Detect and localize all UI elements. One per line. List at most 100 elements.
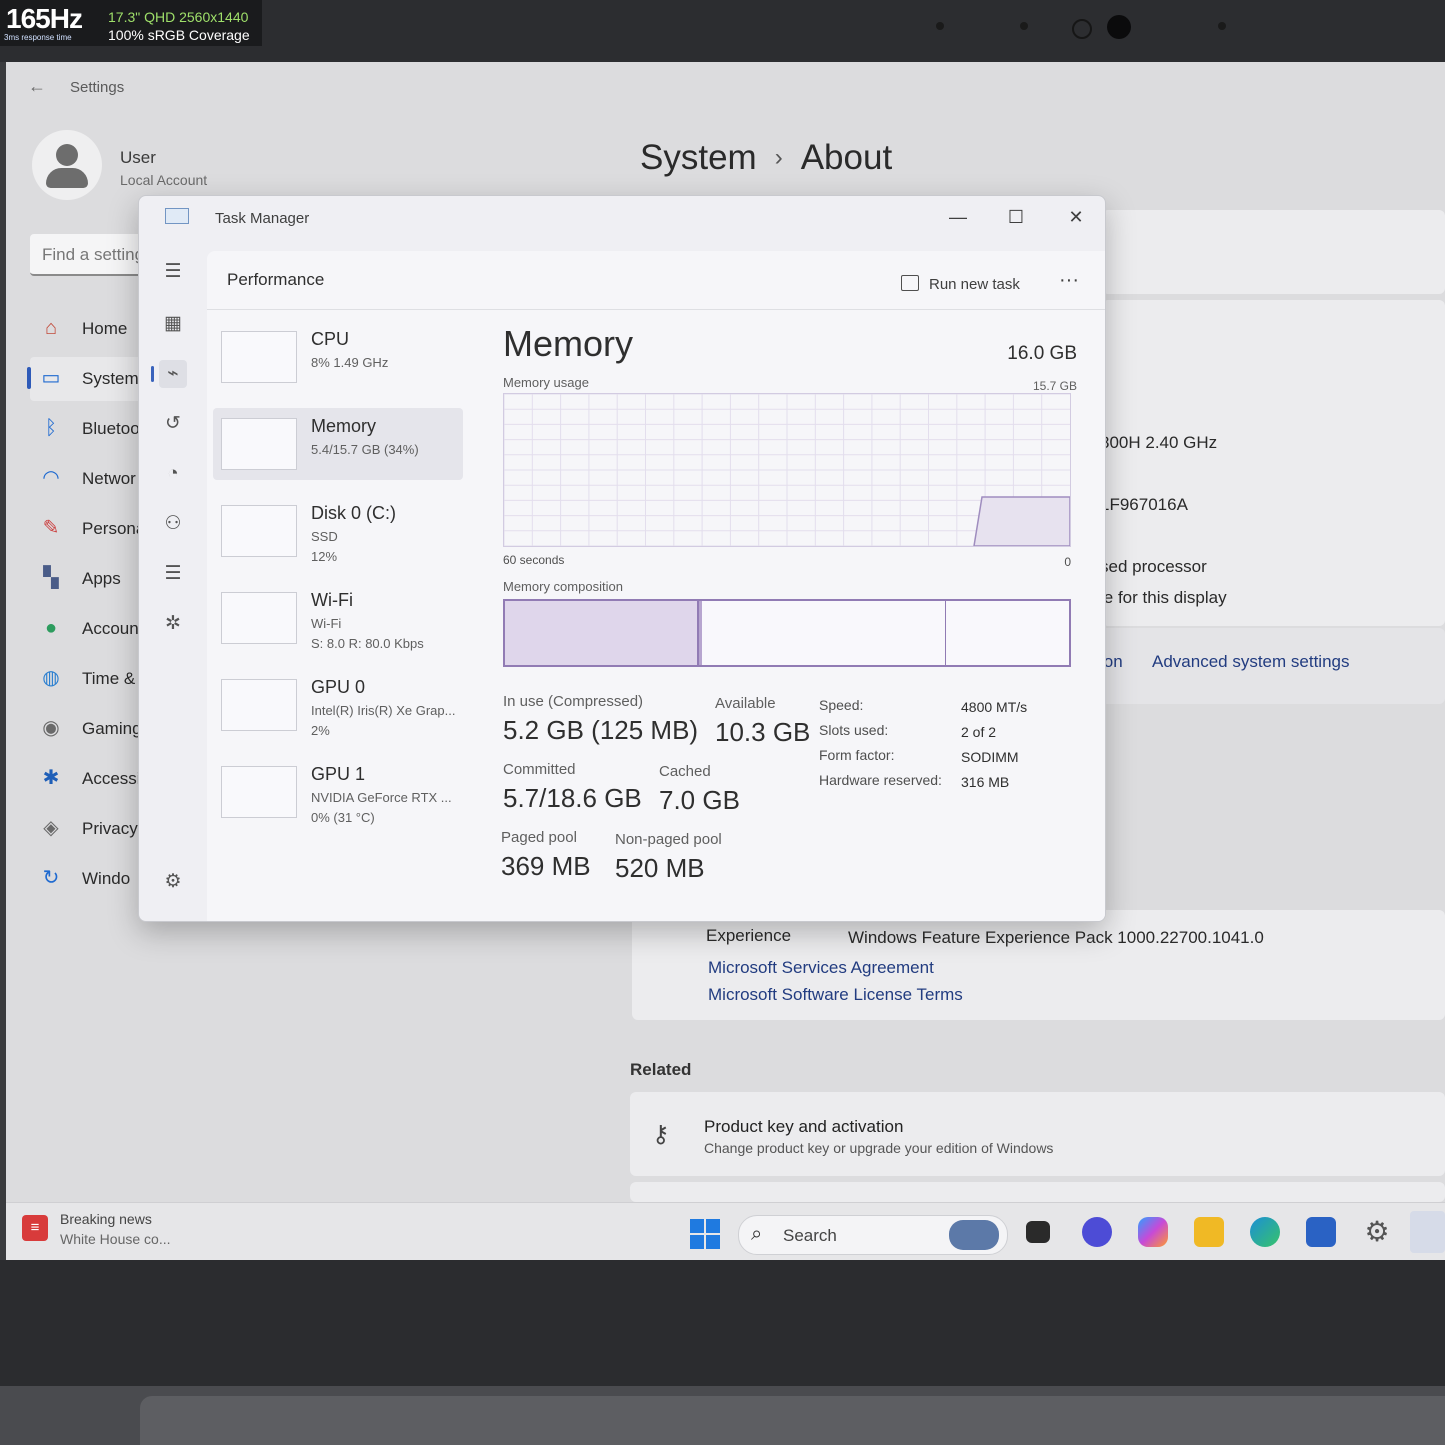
chat-icon[interactable]: [1082, 1217, 1112, 1247]
resource-item-wi-fi[interactable]: Wi-Fi Wi-Fi S: 8.0 R: 80.0 Kbps: [213, 582, 463, 654]
laptop-bezel-top: 165Hz 3ms response time 17.3" QHD 2560x1…: [0, 0, 1445, 62]
close-button[interactable]: ✕: [1053, 202, 1099, 232]
services-agreement-link[interactable]: Microsoft Services Agreement: [708, 958, 934, 978]
breadcrumb-parent[interactable]: System: [640, 138, 757, 177]
color-coverage-spec: 100% sRGB Coverage: [108, 27, 250, 43]
memory-composition-label: Memory composition: [503, 579, 623, 594]
maximize-button[interactable]: ☐: [993, 202, 1039, 232]
in-use-label: In use (Compressed): [503, 693, 644, 710]
pen-touch-value: le for this display: [1100, 588, 1227, 607]
sensor-dot: [936, 22, 944, 30]
start-button[interactable]: [690, 1219, 720, 1249]
sidebar-item-label: Bluetoo: [82, 419, 140, 438]
form-factor-value: SODIMM: [961, 749, 1019, 765]
run-new-task-label: Run new task: [929, 276, 1020, 293]
processes-icon[interactable]: ▦: [159, 310, 187, 338]
laptop-bezel-bottom: [0, 1260, 1445, 1445]
resource-name: Memory: [311, 416, 377, 436]
resource-item-gpu-0[interactable]: GPU 0 Intel(R) Iris(R) Xe Grap... 2%: [213, 669, 463, 741]
processor-value: 800H 2.40 GHz: [1100, 433, 1218, 452]
edge-icon[interactable]: [1250, 1217, 1280, 1247]
resource-detail-secondary: 2%: [311, 723, 330, 738]
resource-thumbnail-graph: [221, 766, 297, 818]
display-spec-sticker: 165Hz 3ms response time 17.3" QHD 2560x1…: [0, 0, 262, 46]
minimize-button[interactable]: —: [935, 202, 981, 232]
laptop-deck: [140, 1396, 1445, 1445]
memory-usage-max: 15.7 GB: [1032, 379, 1077, 393]
settings-gear-icon[interactable]: ⚙: [159, 868, 187, 896]
apps-icon: ▚: [43, 567, 59, 589]
run-new-task-button[interactable]: Run new task: [901, 275, 1020, 293]
search-highlight-image: [949, 1220, 999, 1250]
graph-time-label: 60 seconds: [503, 553, 565, 567]
shield-icon: ◈: [43, 817, 59, 839]
paged-pool-value: 369 MB: [501, 851, 591, 881]
hamburger-menu-icon[interactable]: ☰: [159, 258, 187, 286]
resource-name: Wi-Fi: [311, 590, 353, 610]
services-icon[interactable]: ✲: [159, 610, 187, 638]
resource-name: Disk 0 (C:): [311, 503, 396, 523]
monitor-icon: ▭: [41, 367, 61, 389]
news-icon[interactable]: ≡: [22, 1215, 48, 1241]
avatar[interactable]: [32, 130, 102, 200]
resource-item-disk-0-c[interactable]: Disk 0 (C:) SSD 12%: [213, 495, 463, 567]
sidebar-item-label: Persona: [82, 519, 146, 538]
task-manager-app-icon: [165, 208, 189, 224]
accessibility-icon: ✱: [42, 767, 60, 789]
update-icon: ↻: [42, 867, 60, 889]
gamepad-icon: ◉: [42, 717, 60, 739]
resource-detail-secondary: S: 8.0 R: 80.0 Kbps: [311, 636, 424, 651]
startup-apps-icon[interactable]: ◔: [159, 460, 187, 488]
hardware-reserved-label: Hardware reserved:: [819, 772, 942, 788]
slots-used-label: Slots used:: [819, 722, 889, 738]
committed-label: Committed: [503, 761, 576, 778]
composition-standby-divider: [944, 601, 946, 665]
news-widget-headline[interactable]: White House co...: [60, 1231, 171, 1247]
product-id-value: 1F967016A: [1100, 495, 1188, 514]
user-account-type: Local Account: [120, 172, 208, 188]
details-icon[interactable]: ☰: [159, 560, 187, 588]
response-time: 3ms response time: [4, 33, 72, 42]
resource-detail: Wi-Fi: [311, 616, 342, 631]
sidebar-item-label: Time &: [82, 669, 136, 688]
copilot-icon[interactable]: [1138, 1217, 1168, 1247]
cached-label: Cached: [659, 763, 711, 780]
composition-modified: [698, 601, 702, 665]
taskbar-search[interactable]: ⌕ Search: [738, 1215, 1008, 1255]
users-icon[interactable]: ⚇: [159, 510, 187, 538]
sidebar-item-label: Gaming: [82, 719, 142, 738]
cached-value: 7.0 GB: [659, 785, 740, 815]
resource-thumbnail-graph: [221, 331, 297, 383]
back-arrow-icon[interactable]: ←: [28, 76, 46, 97]
sidebar-item-label: Windo: [82, 869, 131, 888]
resource-item-gpu-1[interactable]: GPU 1 NVIDIA GeForce RTX ... 0% (31 °C): [213, 756, 463, 828]
more-options-button[interactable]: ···: [1059, 269, 1079, 292]
resource-item-memory[interactable]: Memory 5.4/15.7 GB (34%): [213, 408, 463, 480]
performance-icon[interactable]: ⌁: [151, 360, 187, 388]
file-explorer-icon[interactable]: [1194, 1217, 1224, 1247]
sidebar-item-label: Networ: [82, 469, 136, 488]
non-paged-pool-value: 520 MB: [615, 853, 705, 883]
app-history-icon[interactable]: ↺: [159, 410, 187, 438]
settings-icon[interactable]: ⚙: [1362, 1217, 1392, 1247]
breadcrumb-separator: ›: [774, 144, 783, 171]
speed-value: 4800 MT/s: [961, 699, 1028, 715]
speed-label: Speed:: [819, 697, 864, 713]
resource-detail: 5.4/15.7 GB (34%): [311, 442, 419, 457]
advanced-system-settings-link[interactable]: Advanced system settings: [1152, 652, 1349, 672]
task-view-icon[interactable]: [1026, 1221, 1050, 1243]
task-manager-icon[interactable]: [1410, 1211, 1445, 1253]
key-icon: ⚷: [652, 1121, 670, 1148]
product-key-title: Product key and activation: [704, 1117, 904, 1136]
resource-detail-secondary: 12%: [311, 549, 338, 564]
resource-item-cpu[interactable]: CPU 8% 1.49 GHz: [213, 321, 463, 393]
resource-detail: SSD: [311, 529, 338, 544]
resource-thumbnail-graph: [221, 592, 297, 644]
performance-title: Performance: [227, 270, 325, 289]
store-icon[interactable]: [1306, 1217, 1336, 1247]
person-icon: ●: [44, 617, 58, 639]
license-terms-link[interactable]: Microsoft Software License Terms: [708, 985, 963, 1005]
next-related-card[interactable]: [630, 1182, 1445, 1202]
news-widget-title[interactable]: Breaking news: [60, 1211, 152, 1227]
user-name: User: [120, 148, 156, 167]
